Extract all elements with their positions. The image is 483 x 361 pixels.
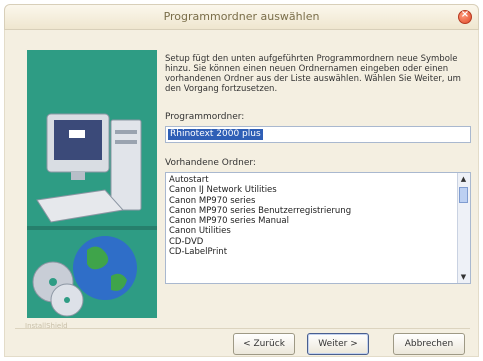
list-item[interactable]: Canon Utilities — [166, 226, 470, 236]
program-folder-value: Rhinotext 2000 plus — [168, 129, 263, 140]
scroll-up-arrow-icon[interactable]: ▲ — [459, 174, 468, 184]
close-button[interactable]: × — [458, 9, 472, 24]
list-scrollbar[interactable]: ▲ ▼ — [457, 173, 470, 283]
back-button[interactable]: < Zurück — [233, 333, 295, 355]
program-folder-input[interactable]: Rhinotext 2000 plus — [165, 126, 471, 143]
scroll-down-arrow-icon[interactable]: ▼ — [459, 272, 468, 282]
title-bar[interactable]: Programmordner auswählen × — [4, 4, 479, 30]
setup-dialog: Programmordner auswählen × Setup fügt de… — [0, 0, 483, 361]
list-item[interactable]: Canon IJ Network Utilities — [166, 185, 470, 195]
dialog-body: Setup fügt den unten aufgeführten Progra… — [4, 30, 479, 357]
next-button[interactable]: Weiter > — [307, 333, 369, 355]
existing-folders-label: Vorhandene Ordner: — [165, 158, 256, 168]
list-item[interactable]: Canon MP970 series Manual — [166, 216, 470, 226]
program-folder-label: Programmordner: — [165, 112, 245, 122]
list-item[interactable]: Canon MP970 series — [166, 196, 470, 206]
list-item[interactable]: CD-LabelPrint — [166, 247, 470, 257]
cancel-button[interactable]: Abbrechen — [393, 333, 465, 355]
close-icon: × — [460, 9, 470, 20]
button-separator — [15, 328, 470, 329]
scroll-thumb[interactable] — [459, 187, 468, 203]
list-item[interactable]: Canon MP970 series Benutzerregistrierung — [166, 206, 470, 216]
list-item[interactable]: Autostart — [166, 175, 470, 185]
window-title: Programmordner auswählen — [163, 10, 320, 23]
computer-globe-illustration — [27, 113, 157, 317]
instructions-text: Setup fügt den unten aufgeführten Progra… — [165, 54, 461, 94]
list-item[interactable]: CD-DVD — [166, 237, 470, 247]
setup-illustration — [27, 50, 157, 318]
existing-folders-list[interactable]: Autostart Canon IJ Network Utilities Can… — [165, 172, 471, 284]
